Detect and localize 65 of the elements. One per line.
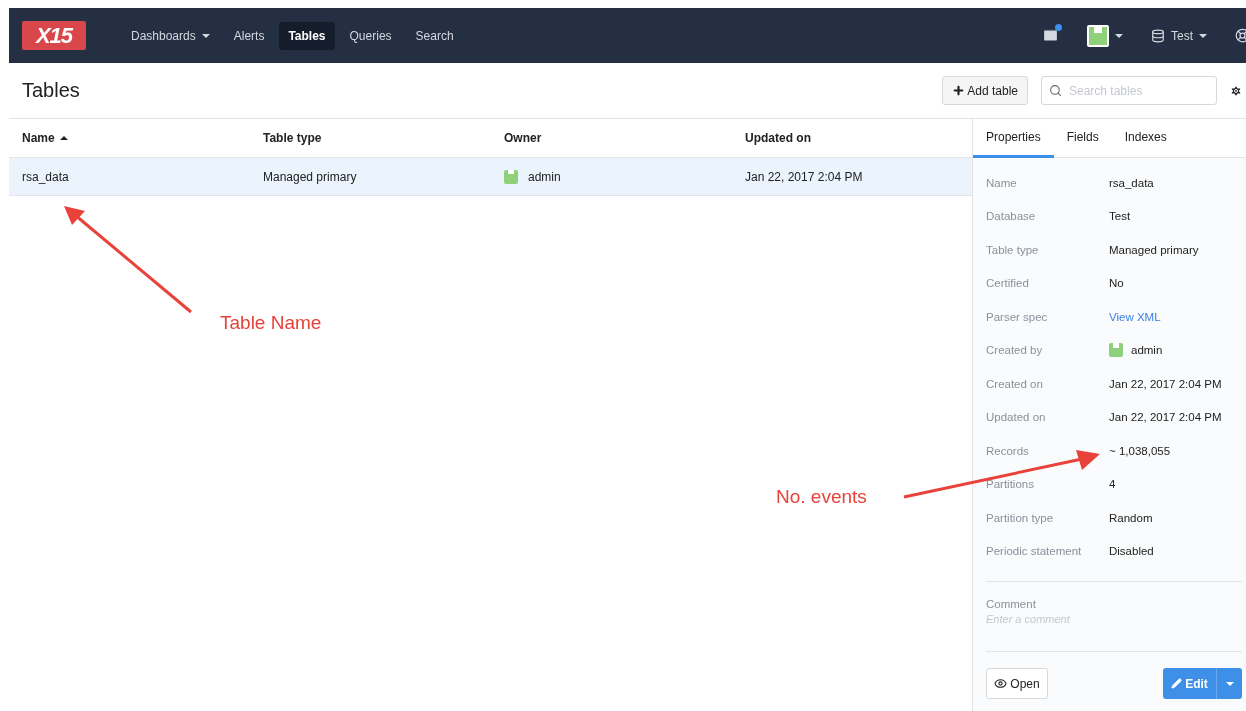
nav-link[interactable]: Alerts [224, 21, 274, 50]
property-value: Disabled [1109, 545, 1155, 558]
property-label: Certified [986, 277, 1030, 290]
table-row[interactable]: rsa_data Managed primary admin Jan 22, 2017 2:04 PM [9, 158, 972, 196]
lifebuoy-icon[interactable] [1235, 28, 1246, 43]
property-value: Managed primary [1109, 243, 1200, 256]
table-cell-text: rsa_data [22, 169, 70, 184]
property-label: Updated on [986, 411, 1047, 424]
dropdown-toggle[interactable] [1216, 668, 1242, 699]
pencil-icon [1171, 678, 1183, 689]
nav-link[interactable]: Queries [340, 21, 401, 50]
search-icon [1049, 84, 1062, 97]
database-name[interactable]: Test [1171, 28, 1193, 43]
caret-icon[interactable] [1199, 33, 1207, 38]
view-xml-link[interactable]: View XML [1109, 310, 1161, 323]
column-header[interactable]: Owner [504, 131, 745, 145]
property-label: Partitions [986, 478, 1035, 491]
database-icon [1151, 28, 1165, 43]
column-header[interactable]: Updated on [745, 131, 972, 145]
search-field[interactable]: Search tables [1041, 76, 1217, 105]
property-value: rsa_data [1109, 176, 1155, 189]
plus-icon [952, 84, 966, 97]
open-button[interactable]: Open [986, 668, 1048, 699]
property-value: ~ 1,038,055 [1109, 444, 1172, 457]
mail-icon[interactable] [1042, 27, 1059, 44]
property-label: Database [986, 210, 1037, 223]
property-value: Jan 22, 2017 2:04 PM [1109, 377, 1223, 390]
property-label: Name [986, 176, 1018, 189]
user-avatar-icon [1109, 343, 1123, 358]
annotation-label: Table Name [220, 312, 322, 334]
nav-link[interactable]: Dashboards [122, 21, 219, 50]
table-cell-text: Jan 22, 2017 2:04 PM [745, 169, 864, 184]
property-value: No [1109, 277, 1125, 290]
column-header[interactable]: Table type [263, 131, 504, 145]
settings-icon[interactable] [1230, 84, 1242, 97]
property-value: Test [1109, 210, 1132, 223]
property-value: admin [1131, 344, 1163, 357]
page-title: Tables [22, 79, 80, 102]
nav-link[interactable]: Tables [279, 21, 335, 50]
property-label: Records [986, 444, 1030, 457]
panel-tab[interactable]: Indexes [1111, 119, 1180, 158]
eye-icon [994, 677, 1008, 690]
property-label: Partition type [986, 511, 1055, 524]
property-value: Random [1109, 511, 1154, 524]
panel-tab[interactable]: Properties [973, 119, 1054, 158]
sort-icon [59, 136, 68, 140]
add-table-button[interactable]: Add table [942, 76, 1028, 105]
property-label: Parser spec [986, 310, 1049, 323]
property-value: 4 [1109, 478, 1117, 491]
comment-label: Comment [986, 598, 1037, 610]
caret-icon[interactable] [1115, 33, 1123, 38]
property-label: Created by [986, 344, 1044, 357]
nav-link[interactable]: Search [406, 21, 463, 50]
annotation-label: No. events [776, 486, 867, 508]
property-label: Periodic statement [986, 545, 1083, 558]
property-value: Jan 22, 2017 2:04 PM [1109, 411, 1223, 424]
property-label: Created on [986, 377, 1044, 390]
logo[interactable]: X15 [22, 21, 86, 50]
column-header[interactable]: Name [22, 131, 263, 145]
panel-tab[interactable]: Fields [1053, 119, 1112, 158]
owner-name: admin [528, 169, 561, 184]
user-avatar-icon [504, 169, 518, 184]
property-label: Table type [986, 243, 1040, 256]
table-cell-text: Managed primary [263, 169, 358, 184]
user-avatar-icon [1087, 24, 1109, 47]
